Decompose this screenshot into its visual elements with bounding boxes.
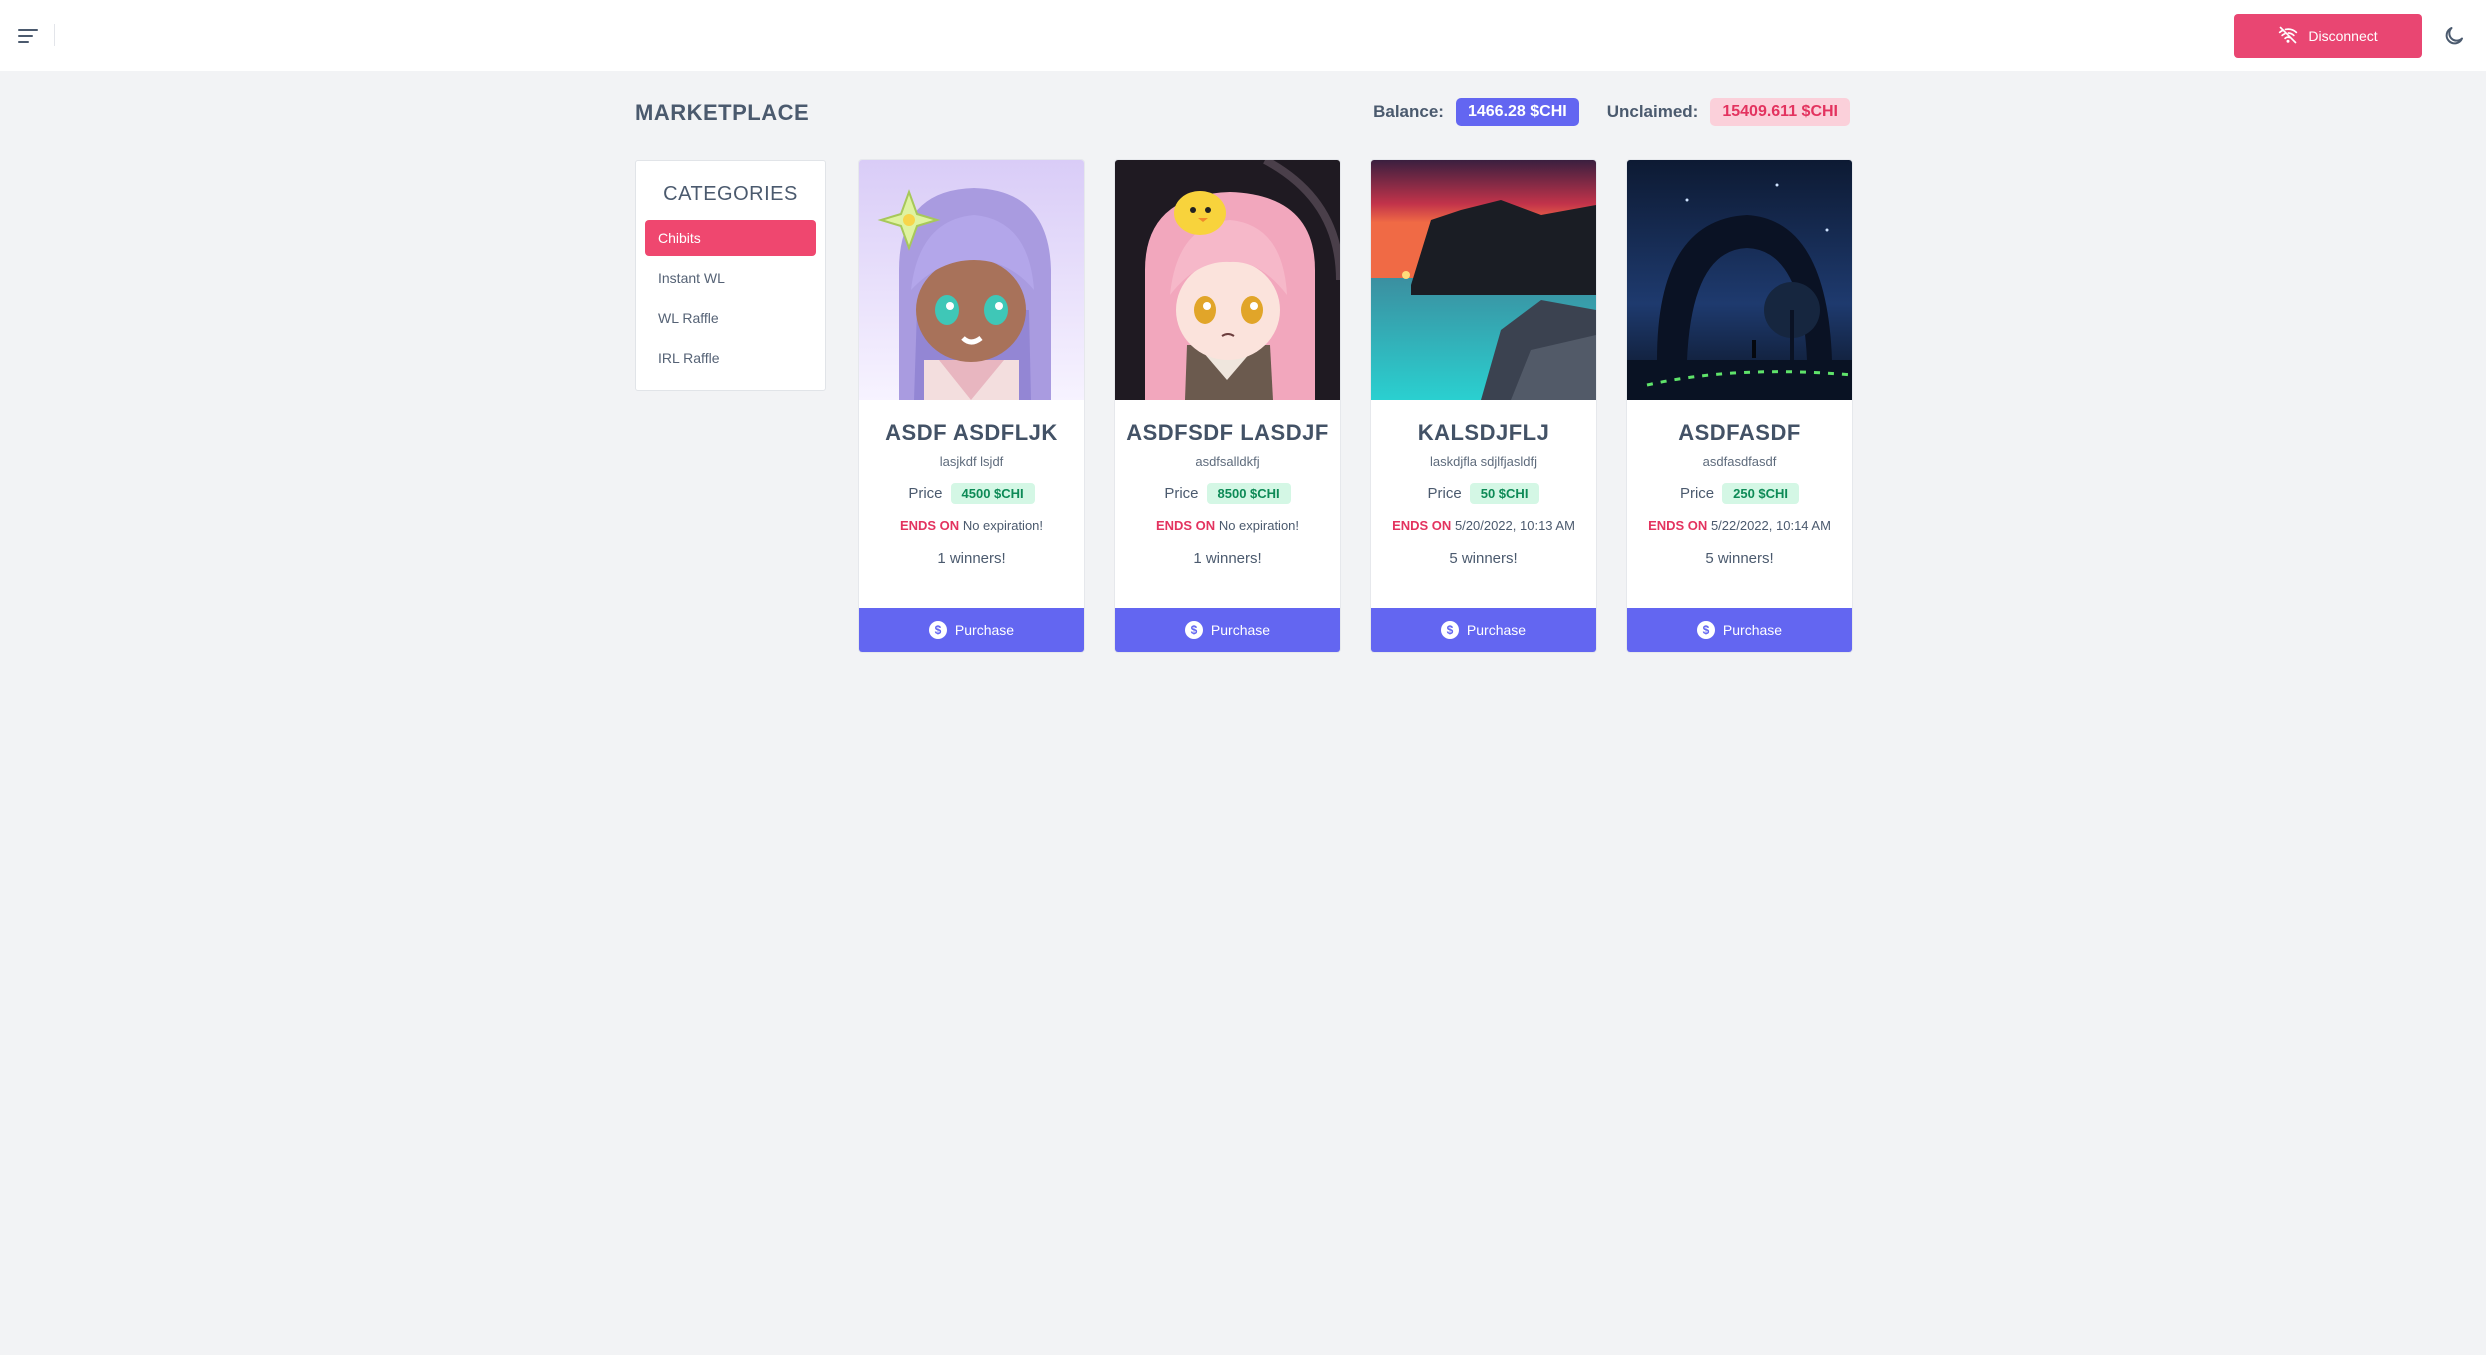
ends-on-label: ENDS ON (1392, 518, 1452, 533)
page-title: MARKETPLACE (635, 100, 810, 125)
categories-title: CATEGORIES (663, 183, 798, 205)
price-badge: 8500 $CHI (1206, 483, 1291, 504)
dollar-coin-icon: $ (928, 621, 947, 639)
top-bar: Disconnect (0, 0, 2486, 71)
ends-on: ENDS ON No expiration! (1115, 518, 1340, 533)
product-subtitle: laskdjfla sdjlfjasldfj (1430, 454, 1537, 469)
category-item-chibits[interactable]: Chibits (645, 220, 816, 256)
dollar-coin-icon: $ (1440, 621, 1459, 639)
wallet-summary: Balance: 1466.28 $CHI Unclaimed: 15409.6… (1373, 98, 1850, 126)
categories-panel: CATEGORIES Chibits Instant WL WL Raffle … (635, 160, 826, 391)
product-image-night-arch-landscape (1627, 160, 1852, 400)
product-card: ASDF ASDFLJK lasjkdf lsjdf Price 4500 $C… (859, 160, 1084, 652)
purchase-button[interactable]: $ Purchase (859, 608, 1084, 652)
ends-on-value: 5/22/2022, 10:14 AM (1710, 518, 1831, 533)
price-badge: 50 $CHI (1469, 483, 1540, 504)
disconnect-label: Disconnect (2308, 28, 2378, 44)
dollar-coin-icon: $ (1696, 621, 1715, 639)
unclaimed-label: Unclaimed: (1606, 102, 1699, 121)
product-name: KALSDJFLJ (1417, 420, 1550, 445)
product-name: ASDFASDF (1678, 420, 1801, 445)
winners-count: 1 winners! (937, 550, 1006, 567)
product-image-chibi-purple-hair (859, 160, 1084, 400)
category-item-wl-raffle[interactable]: WL Raffle (645, 300, 816, 336)
product-card: ASDFASDF asdfasdfasdf Price 250 $CHI END… (1627, 160, 1852, 652)
ends-on-value: No expiration! (1218, 518, 1300, 533)
unclaimed-badge[interactable]: 15409.611 $CHI (1710, 98, 1850, 126)
disconnect-button[interactable]: Disconnect (2234, 14, 2422, 58)
price-label: Price (1164, 485, 1199, 502)
product-image-chibi-pink-hair (1115, 160, 1340, 400)
ends-on: ENDS ON 5/22/2022, 10:14 AM (1627, 518, 1852, 533)
price-badge: 4500 $CHI (950, 483, 1035, 504)
dollar-coin-icon: $ (1184, 621, 1203, 639)
price-row: Price 50 $CHI (1371, 483, 1596, 504)
purchase-label: Purchase (1722, 622, 1783, 638)
price-badge: 250 $CHI (1722, 483, 1800, 504)
balance-badge: 1466.28 $CHI (1455, 98, 1579, 126)
ends-on-label: ENDS ON (899, 518, 960, 533)
product-card: ASDFSDF LASDJF asdfsalldkfj Price 8500 $… (1115, 160, 1340, 652)
ends-on: ENDS ON No expiration! (859, 518, 1084, 533)
category-item-instant-wl[interactable]: Instant WL (645, 260, 816, 296)
category-item-irl-raffle[interactable]: IRL Raffle (645, 340, 816, 376)
purchase-label: Purchase (1210, 622, 1271, 638)
purchase-label: Purchase (954, 622, 1015, 638)
purchase-button[interactable]: $ Purchase (1627, 608, 1852, 652)
menu-lines-icon[interactable] (14, 22, 42, 50)
wifi-off-icon (2278, 25, 2298, 48)
balance-label: Balance: (1373, 102, 1444, 121)
product-image-sunset-coast (1371, 160, 1596, 400)
ends-on-label: ENDS ON (1155, 518, 1216, 533)
purchase-button[interactable]: $ Purchase (1371, 608, 1596, 652)
ends-on-label: ENDS ON (1648, 518, 1708, 533)
winners-count: 5 winners! (1449, 550, 1518, 567)
moon-icon[interactable] (2442, 24, 2466, 48)
purchase-label: Purchase (1466, 622, 1527, 638)
price-label: Price (908, 485, 943, 502)
product-subtitle: asdfsalldkfj (1195, 454, 1260, 469)
product-name: ASDFSDF LASDJF (1126, 420, 1329, 445)
product-card: KALSDJFLJ laskdjfla sdjlfjasldfj Price 5… (1371, 160, 1596, 652)
purchase-button[interactable]: $ Purchase (1115, 608, 1340, 652)
topbar-divider (54, 24, 55, 46)
price-label: Price (1679, 485, 1715, 502)
winners-count: 1 winners! (1193, 550, 1262, 567)
ends-on-value: No expiration! (962, 518, 1044, 533)
price-row: Price 8500 $CHI (1115, 483, 1340, 504)
ends-on-value: 5/20/2022, 10:13 AM (1454, 518, 1575, 533)
product-name: ASDF ASDFLJK (885, 420, 1058, 445)
price-label: Price (1427, 485, 1462, 502)
product-subtitle: lasjkdf lsjdf (939, 454, 1004, 469)
price-row: Price 250 $CHI (1627, 483, 1852, 504)
product-subtitle: asdfasdfasdf (1702, 454, 1777, 469)
ends-on: ENDS ON 5/20/2022, 10:13 AM (1371, 518, 1596, 533)
winners-count: 5 winners! (1705, 550, 1774, 567)
price-row: Price 4500 $CHI (859, 483, 1084, 504)
